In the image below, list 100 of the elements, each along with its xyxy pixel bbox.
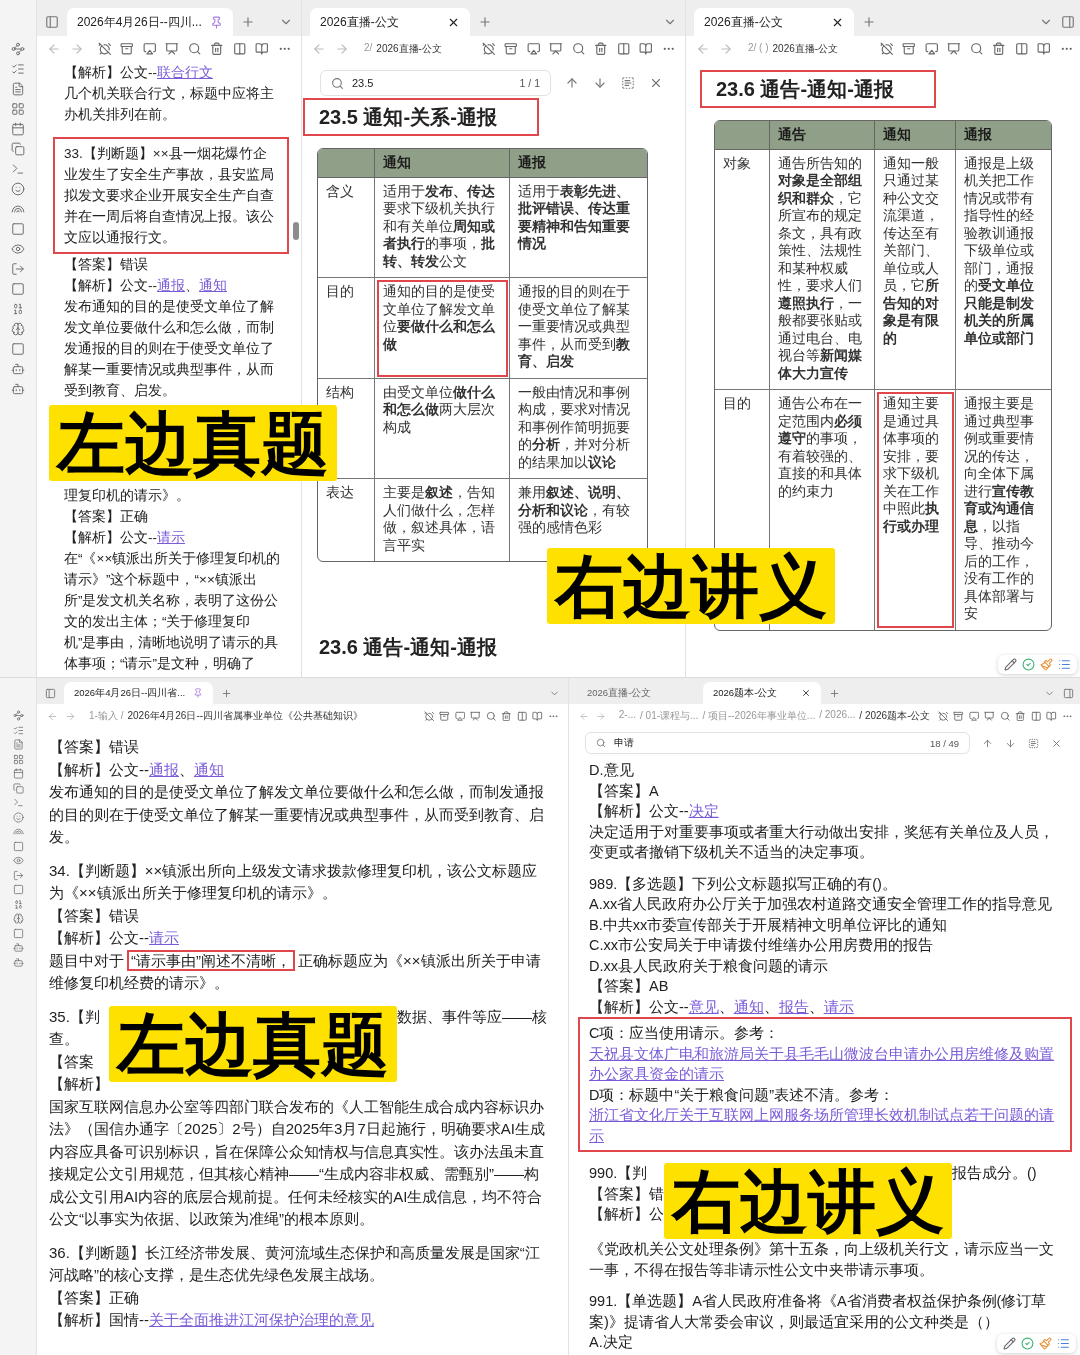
link[interactable]: 请示: [157, 530, 185, 545]
cast-icon[interactable]: [526, 42, 540, 56]
grid-icon[interactable]: [11, 102, 25, 116]
checklist-icon[interactable]: [11, 62, 25, 76]
link[interactable]: 天祝县文体广电和旅游局关于县毛毛山微波台申请办公用房维修及购置办公家具资金的请示: [589, 1043, 1062, 1085]
archive-icon[interactable]: [902, 42, 916, 56]
robot-icon[interactable]: [11, 362, 25, 376]
tab[interactable]: 2026年4月26日--四川省...: [64, 682, 214, 704]
book-icon[interactable]: [1046, 710, 1057, 722]
trash-icon[interactable]: [992, 42, 1006, 56]
sidebar-toggle-icon[interactable]: [1063, 687, 1074, 699]
copy-icon[interactable]: [12, 782, 24, 794]
link[interactable]: 通知: [194, 760, 224, 778]
breadcrumb-item[interactable]: 2/: [364, 42, 373, 56]
next-icon[interactable]: [1005, 737, 1016, 749]
columns-icon[interactable]: [1014, 42, 1028, 56]
trash-icon[interactable]: [1015, 710, 1026, 722]
brain-icon[interactable]: [11, 322, 25, 336]
smile-icon[interactable]: [11, 182, 25, 196]
link[interactable]: 通知: [733, 998, 764, 1015]
book-icon[interactable]: [255, 42, 269, 56]
sidebar-toggle-icon[interactable]: [45, 15, 59, 29]
pin-icon[interactable]: [209, 15, 223, 29]
cast-icon[interactable]: [924, 42, 938, 56]
pencil-icon[interactable]: [1003, 1337, 1016, 1350]
alarm-off-icon[interactable]: [97, 42, 111, 56]
trash-icon[interactable]: [594, 42, 608, 56]
graph-icon[interactable]: [12, 710, 24, 721]
copy-icon[interactable]: [11, 142, 25, 156]
archive-icon[interactable]: [439, 710, 450, 722]
presentation-icon[interactable]: [984, 710, 995, 722]
check-icon[interactable]: [1022, 658, 1035, 671]
export-icon[interactable]: [12, 869, 24, 881]
link[interactable]: 报告: [778, 998, 809, 1015]
breadcrumb-item[interactable]: / 2026题本-公文: [859, 709, 931, 723]
link[interactable]: 联合行文: [157, 65, 213, 80]
book-icon[interactable]: [1037, 42, 1051, 56]
presentation-icon[interactable]: [549, 42, 563, 56]
new-tab-icon[interactable]: [240, 15, 255, 29]
link[interactable]: 意见: [688, 998, 719, 1015]
check-icon[interactable]: [1021, 1337, 1034, 1350]
tab[interactable]: 2026题本-公文: [703, 682, 821, 704]
breadcrumb-item[interactable]: 2026年4月26日--四川省属事业单位《公共基础知识》: [127, 709, 364, 723]
link[interactable]: 请示: [149, 929, 179, 946]
breadcrumb-item[interactable]: 1-输入 /: [89, 709, 124, 723]
alarm-off-icon[interactable]: [423, 710, 434, 722]
search-field[interactable]: 23.5: [352, 77, 512, 89]
pin-icon[interactable]: [193, 688, 204, 698]
select-all-icon[interactable]: [621, 76, 635, 90]
link[interactable]: 决定: [688, 803, 719, 819]
pencil-icon[interactable]: [1004, 658, 1017, 671]
previous-icon[interactable]: [982, 737, 993, 749]
brush-icon[interactable]: [1039, 1337, 1052, 1350]
next-icon[interactable]: [593, 76, 607, 90]
eye-icon[interactable]: [11, 242, 25, 256]
square-icon[interactable]: [11, 282, 25, 296]
sidebar-toggle-icon[interactable]: [45, 687, 56, 699]
select-all-icon[interactable]: [1028, 737, 1039, 749]
calendar-icon[interactable]: [12, 768, 24, 779]
breadcrumb-item[interactable]: / 2026...: [819, 709, 856, 723]
cast-icon[interactable]: [454, 710, 465, 722]
file-icon[interactable]: [11, 82, 25, 96]
scroll-thumb[interactable]: [293, 222, 299, 240]
book-icon[interactable]: [532, 710, 543, 722]
archive-icon[interactable]: [953, 710, 964, 722]
file-icon[interactable]: [12, 739, 24, 750]
search-icon[interactable]: [571, 42, 585, 56]
tab[interactable]: 2026直播-公文: [694, 8, 854, 36]
presentation-icon[interactable]: [165, 42, 179, 56]
eye-icon[interactable]: [12, 855, 24, 866]
robot-icon[interactable]: [12, 942, 24, 953]
search-icon[interactable]: [485, 710, 496, 722]
square-icon[interactable]: [11, 342, 25, 356]
new-tab-icon[interactable]: [221, 687, 233, 699]
list-icon[interactable]: [1058, 658, 1071, 671]
book-icon[interactable]: [639, 42, 653, 56]
columns-icon[interactable]: [616, 42, 630, 56]
columns-icon[interactable]: [232, 42, 246, 56]
robot-icon[interactable]: [11, 382, 25, 396]
breadcrumb-item[interactable]: 2/ ( ): [748, 42, 769, 56]
breadcrumb-item[interactable]: / 01-课程与...: [640, 709, 699, 723]
graph-icon[interactable]: [11, 42, 25, 56]
presentation-icon[interactable]: [947, 42, 961, 56]
tab[interactable]: 2026直播-公文: [577, 682, 695, 704]
tab[interactable]: 2026直播-公文: [310, 8, 470, 36]
link[interactable]: 浙江省文化厅关于互联网上网服务场所管理长效机制试点若干问题的请示: [589, 1105, 1062, 1146]
grid-icon[interactable]: [12, 753, 24, 765]
terminal-icon[interactable]: [11, 162, 25, 176]
cast-icon[interactable]: [142, 42, 156, 56]
square-icon[interactable]: [11, 222, 25, 236]
breadcrumb-item[interactable]: / 项目--2026年事业单位...: [702, 709, 816, 723]
link[interactable]: 请示: [823, 998, 854, 1015]
search-field[interactable]: 申请: [614, 737, 922, 749]
trash-icon[interactable]: [210, 42, 224, 56]
arc-icon[interactable]: [12, 826, 24, 837]
presentation-icon[interactable]: [470, 710, 481, 722]
archive-icon[interactable]: [504, 42, 518, 56]
square-icon[interactable]: [12, 927, 24, 939]
new-tab-icon[interactable]: [862, 15, 876, 29]
archive-icon[interactable]: [120, 42, 134, 56]
